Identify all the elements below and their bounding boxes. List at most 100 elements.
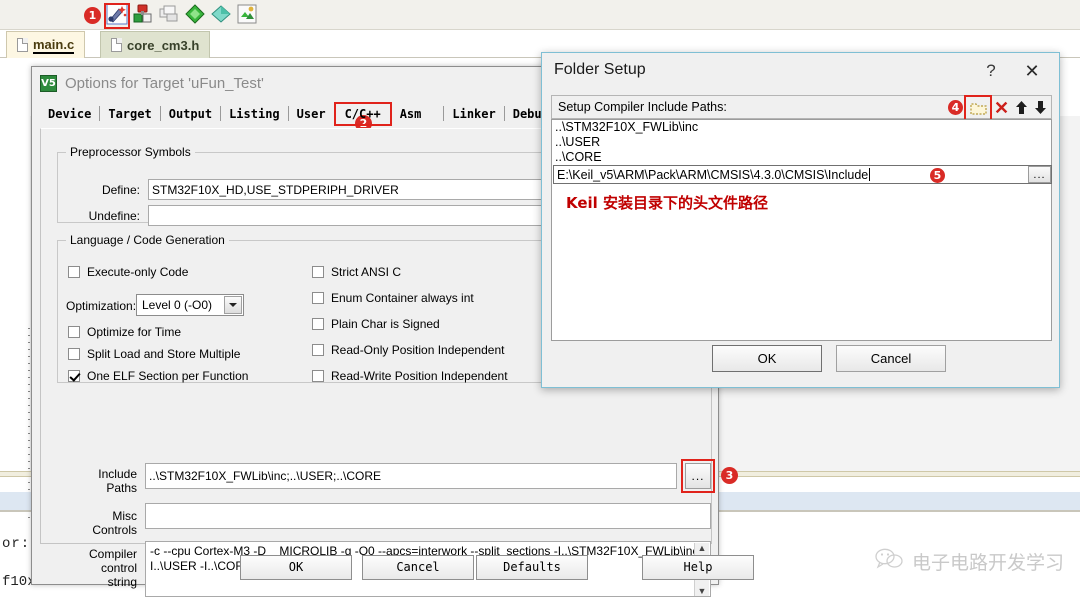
- folder-setup-dialog: Folder Setup ? ✕ Setup Compiler Include …: [541, 52, 1060, 388]
- text-caret: [869, 168, 871, 181]
- highlight-box-include-browse: [681, 459, 715, 493]
- checkbox-box: [312, 318, 324, 330]
- folder-setup-title: Folder Setup: [554, 61, 646, 78]
- list-item[interactable]: ..\USER: [552, 135, 1051, 150]
- editor-tab-main-c[interactable]: main.c: [6, 31, 86, 58]
- path-edit-value: E:\Keil_v5\ARM\Pack\ARM\CMSIS\4.3.0\CMSI…: [557, 167, 869, 182]
- misc-controls-input[interactable]: [145, 503, 711, 529]
- editor-text-fragment-or: or:: [2, 536, 31, 552]
- checkbox-box: [68, 348, 80, 360]
- options-cancel-button[interactable]: Cancel: [362, 554, 474, 580]
- editor-tab-label: main.c: [33, 36, 75, 54]
- checkbox-box: [68, 370, 80, 382]
- tab-output[interactable]: Output: [161, 103, 220, 125]
- list-item[interactable]: ..\CORE: [552, 150, 1051, 165]
- list-item[interactable]: ..\STM32F10X_FWLib\inc: [552, 120, 1051, 135]
- editor-ruler-marks: [28, 328, 30, 518]
- undefine-label: Undefine:: [88, 209, 140, 223]
- folder-setup-ok-button[interactable]: OK: [712, 345, 822, 372]
- tab-c-cpp[interactable]: C/C++: [333, 101, 392, 126]
- callout-marker-3: 3: [721, 467, 738, 484]
- include-paths-label: Include Paths: [65, 467, 137, 495]
- highlight-box-toolbar-icon: [104, 3, 130, 29]
- toolbar: 1: [0, 0, 1080, 30]
- checkbox-box: [68, 266, 80, 278]
- checkbox-one-elf-section-per-function[interactable]: One ELF Section per Function: [68, 369, 248, 383]
- callout-marker-5: 5: [930, 168, 945, 183]
- options-dialog-title: Options for Target 'uFun_Test': [65, 74, 264, 92]
- tab-asm[interactable]: Asm: [392, 103, 430, 125]
- help-icon[interactable]: ?: [979, 59, 1003, 83]
- options-ok-button[interactable]: OK: [240, 554, 352, 580]
- close-icon[interactable]: ✕: [1017, 59, 1047, 83]
- setup-compiler-include-paths-label: Setup Compiler Include Paths:: [558, 100, 727, 114]
- options-help-button[interactable]: Help: [642, 554, 754, 580]
- checkbox-box: [312, 266, 324, 278]
- move-up-icon[interactable]: [1012, 98, 1031, 117]
- include-paths-label-line2: Paths: [106, 481, 137, 495]
- teal-diamond-icon[interactable]: [210, 3, 234, 27]
- optimization-label: Optimization:: [66, 299, 137, 313]
- chevron-down-icon[interactable]: [224, 296, 242, 314]
- callout-marker-4: 4: [948, 100, 963, 115]
- tab-user[interactable]: User: [289, 103, 334, 125]
- tab-linker[interactable]: Linker: [444, 103, 503, 125]
- scroll-down-icon[interactable]: ▼: [698, 587, 707, 596]
- tab-device[interactable]: Device: [40, 103, 99, 125]
- checkbox-execute-only-code[interactable]: Execute-only Code: [68, 265, 188, 279]
- checkbox-box: [312, 292, 324, 304]
- checkbox-label: Execute-only Code: [87, 265, 189, 279]
- language-code-generation-legend: Language / Code Generation: [70, 233, 225, 247]
- checkbox-split-load-store-multiple[interactable]: Split Load and Store Multiple: [68, 347, 240, 361]
- checkbox-box: [312, 370, 324, 382]
- checkbox-label: Optimize for Time: [87, 325, 182, 339]
- move-down-icon[interactable]: [1031, 98, 1050, 117]
- green-diamond-icon[interactable]: [184, 3, 208, 27]
- checkbox-label: One ELF Section per Function: [87, 369, 249, 383]
- checkbox-plain-char-is-signed[interactable]: Plain Char is Signed: [312, 317, 440, 331]
- checkbox-box: [312, 344, 324, 356]
- misc-controls-label: Misc Controls: [65, 509, 137, 537]
- misc-controls-label-line2: Controls: [92, 523, 137, 537]
- checkbox-label: Split Load and Store Multiple: [87, 347, 241, 361]
- insert-component-icon[interactable]: [132, 3, 156, 27]
- preprocessor-symbols-legend: Preprocessor Symbols: [70, 145, 191, 159]
- optimization-select[interactable]: Level 0 (-O0): [136, 294, 244, 316]
- checkbox-box: [68, 326, 80, 338]
- optimization-selected-value: Level 0 (-O0): [142, 298, 213, 312]
- watermark-text: 电子电路开发学习: [911, 552, 1064, 574]
- delete-icon[interactable]: ✕: [992, 98, 1011, 117]
- path-edit-input[interactable]: E:\Keil_v5\ARM\Pack\ARM\CMSIS\4.3.0\CMSI…: [553, 165, 1052, 184]
- checkbox-label: Plain Char is Signed: [331, 317, 440, 331]
- checkbox-label: Enum Container always int: [331, 291, 474, 305]
- options-defaults-button[interactable]: Defaults: [476, 554, 588, 580]
- editor-tab-label: core_cm3.h: [127, 37, 200, 53]
- checkbox-label: Read-Only Position Independent: [331, 343, 505, 357]
- annotation-keil-install-dir: Keil 安装目录下的头文件路径: [566, 194, 769, 212]
- keil-app-icon: V5: [40, 74, 57, 92]
- checkbox-enum-container-always-int[interactable]: Enum Container always int: [312, 291, 474, 305]
- misc-controls-label-line1: Misc: [112, 509, 137, 523]
- checkbox-strict-ansi-c[interactable]: Strict ANSI C: [312, 265, 401, 279]
- watermark: 电子电路开发学习: [874, 548, 1064, 575]
- tab-listing[interactable]: Listing: [221, 103, 288, 125]
- folder-setup-button-row: OK Cancel: [542, 345, 1059, 385]
- checkbox-optimize-for-time[interactable]: Optimize for Time: [68, 325, 181, 339]
- folder-setup-cancel-button[interactable]: Cancel: [836, 345, 946, 372]
- checkbox-label: Read-Write Position Independent: [331, 369, 508, 383]
- batch-build-icon[interactable]: [236, 3, 260, 27]
- tab-target[interactable]: Target: [100, 103, 159, 125]
- define-label: Define:: [101, 183, 140, 197]
- path-edit-browse-button[interactable]: ...: [1028, 166, 1051, 183]
- file-page-icon: [17, 38, 28, 52]
- editor-tab-core-cm3-h[interactable]: core_cm3.h: [100, 31, 211, 58]
- include-paths-list[interactable]: ..\STM32F10X_FWLib\inc ..\USER ..\CORE E…: [551, 119, 1052, 341]
- highlight-box-new-folder: [964, 95, 992, 121]
- editor-gutter: [0, 116, 27, 516]
- include-paths-input[interactable]: ..\STM32F10X_FWLib\inc;..\USER;..\CORE: [145, 463, 677, 489]
- checkbox-read-only-position-independent[interactable]: Read-Only Position Independent: [312, 343, 504, 357]
- checkbox-read-write-position-independent[interactable]: Read-Write Position Independent: [312, 369, 508, 383]
- file-page-icon: [111, 38, 122, 52]
- manage-components-icon[interactable]: [158, 3, 182, 27]
- folder-setup-titlebar[interactable]: Folder Setup ? ✕: [542, 53, 1059, 89]
